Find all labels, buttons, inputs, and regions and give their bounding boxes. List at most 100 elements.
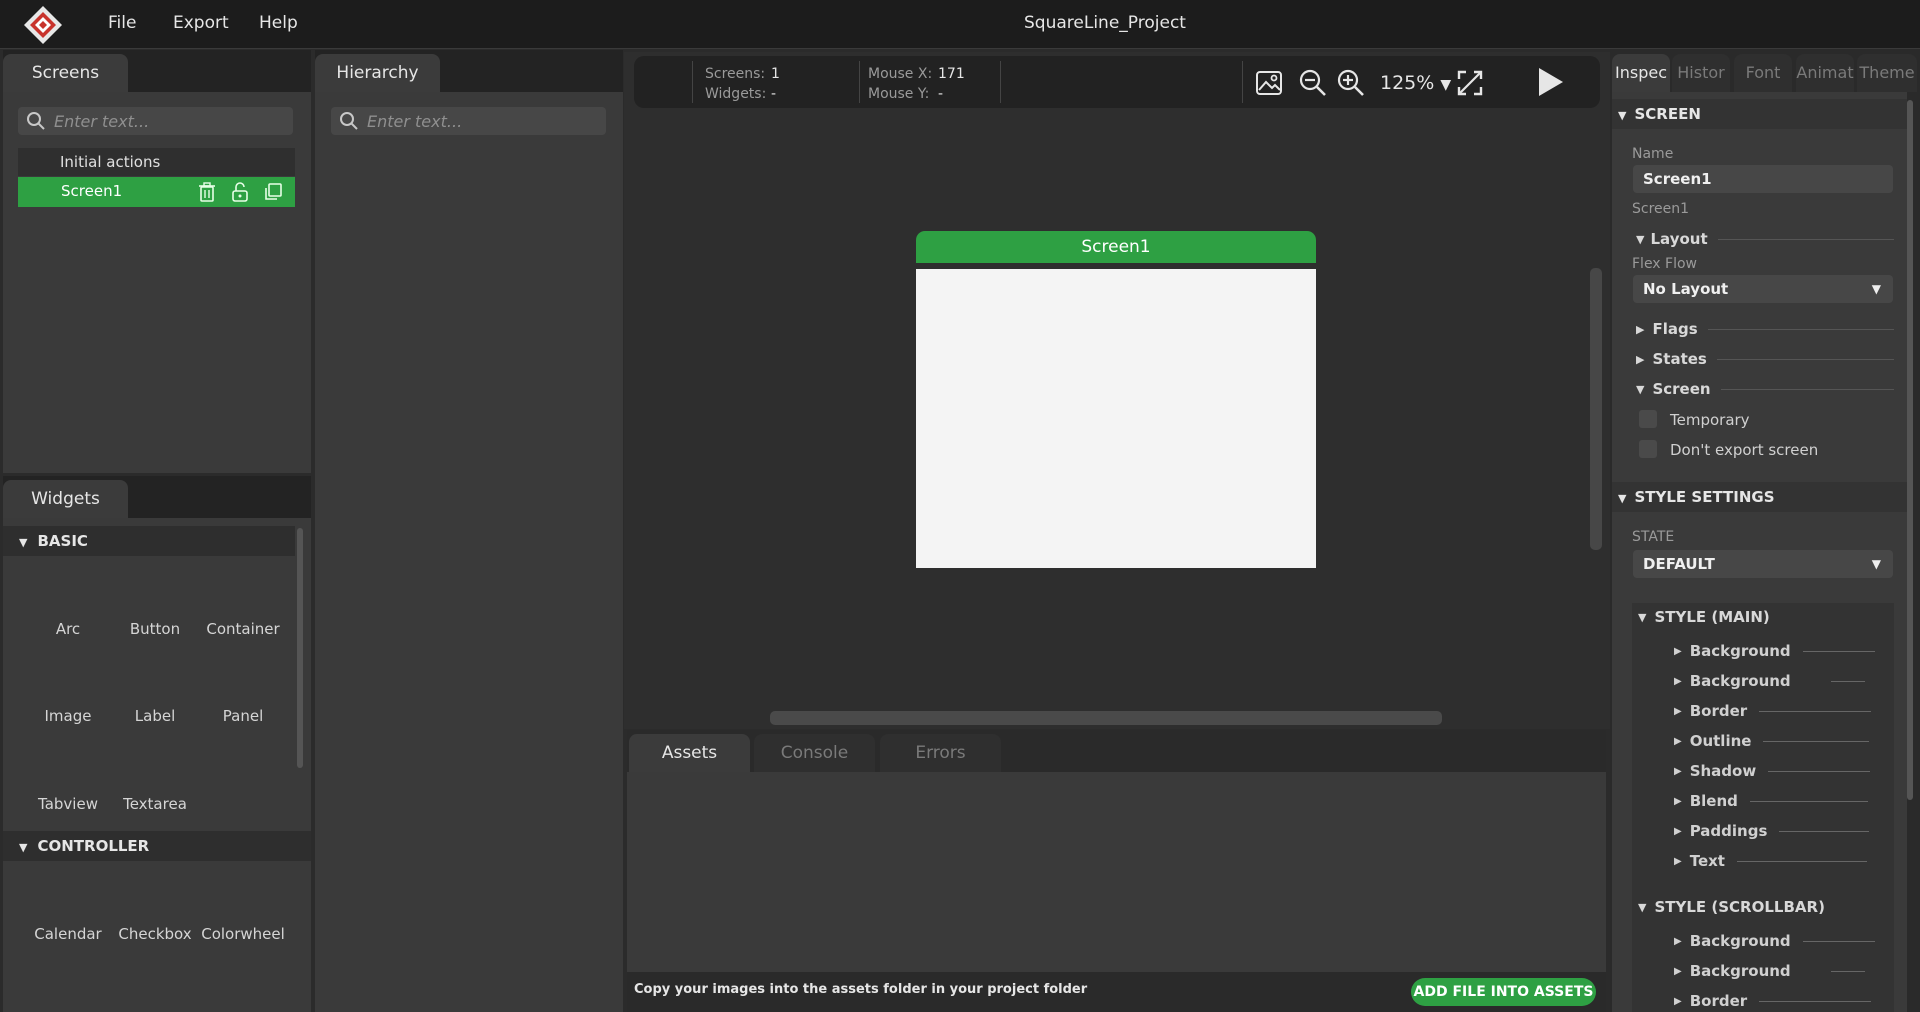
style-main-paddings[interactable]: ▶ Paddings (1674, 822, 1870, 840)
screen-list-item-screen1[interactable]: Screen1 (18, 177, 295, 207)
expand-triangle-icon: ▶ (1674, 855, 1682, 867)
screens-search-input[interactable] (52, 110, 276, 132)
duplicate-icon[interactable] (263, 182, 283, 206)
style-scrollbar-background-2[interactable]: ▶ Background (1674, 962, 1865, 980)
name-input[interactable]: Screen1 (1633, 165, 1893, 193)
expand-triangle-icon: ▶ (1674, 995, 1682, 1007)
widget-checkbox[interactable]: Checkbox (112, 925, 198, 943)
widget-arc[interactable]: Arc (25, 620, 111, 638)
expand-triangle-icon: ▶ (1674, 935, 1682, 947)
widget-button[interactable]: Button (112, 620, 198, 638)
style-row-label: Text (1689, 852, 1725, 870)
style-scrollbar-border[interactable]: ▶ Border (1674, 992, 1872, 1010)
controller-section-header[interactable]: ▼ CONTROLLER (3, 831, 311, 861)
name-label: Name (1632, 146, 1674, 162)
hierarchy-search-input[interactable] (365, 110, 589, 132)
tab-font[interactable]: Font (1734, 54, 1792, 92)
toolbar-divider (692, 61, 693, 103)
expand-triangle-icon: ▶ (1674, 705, 1682, 717)
widget-colorwheel[interactable]: Colorwheel (200, 925, 286, 943)
tab-inspector[interactable]: Inspec (1612, 54, 1670, 92)
state-dropdown[interactable]: DEFAULT ▼ (1633, 550, 1893, 578)
temporary-label: Temporary (1670, 411, 1750, 429)
expand-triangle-icon: ▶ (1674, 795, 1682, 807)
style-main-header[interactable]: ▼ STYLE (MAIN) (1638, 608, 1888, 626)
style-row-label: Shadow (1689, 762, 1757, 780)
add-file-into-assets-button[interactable]: ADD FILE INTO ASSETS (1411, 978, 1596, 1006)
expand-triangle-icon: ▶ (1674, 675, 1682, 687)
dont-export-checkbox[interactable] (1639, 440, 1657, 458)
expand-triangle-icon: ▶ (1674, 825, 1682, 837)
widgets-count-label: Widgets: (705, 86, 767, 102)
trash-icon[interactable] (198, 182, 216, 206)
style-row-label: Border (1689, 702, 1748, 720)
initial-actions-item[interactable]: Initial actions (18, 148, 295, 176)
collapse-triangle-icon: ▼ (1636, 232, 1645, 246)
canvas-vertical-scrollbar[interactable] (1590, 268, 1602, 550)
style-scrollbar-header[interactable]: ▼ STYLE (SCROLLBAR) (1638, 898, 1888, 916)
zoom-out-icon[interactable] (1299, 69, 1327, 101)
mouse-x-value: 171 (938, 66, 965, 82)
tab-widgets[interactable]: Widgets (3, 480, 128, 518)
widgets-count-value: - (771, 86, 777, 102)
tab-console[interactable]: Console (754, 734, 875, 772)
fit-screen-icon[interactable] (1456, 69, 1484, 101)
search-icon (340, 112, 358, 130)
states-subsection[interactable]: ▶ States (1636, 350, 1894, 368)
style-main-border[interactable]: ▶ Border (1674, 702, 1872, 720)
style-settings-header[interactable]: ▼ STYLE SETTINGS (1612, 482, 1907, 512)
style-main-outline[interactable]: ▶ Outline (1674, 732, 1870, 750)
inspector-scrollbar[interactable] (1907, 100, 1913, 800)
play-icon[interactable] (1536, 66, 1564, 102)
flags-subsection[interactable]: ▶ Flags (1636, 320, 1894, 338)
states-label: States (1652, 350, 1707, 368)
style-row-label: Outline (1689, 732, 1752, 750)
tab-assets[interactable]: Assets (629, 734, 750, 772)
style-main-shadow[interactable]: ▶ Shadow (1674, 762, 1871, 780)
widget-image[interactable]: Image (25, 707, 111, 725)
widgets-scrollbar[interactable] (297, 528, 303, 768)
screens-search[interactable] (18, 107, 293, 135)
style-main-label: STYLE (MAIN) (1654, 608, 1770, 626)
screen-title-bar[interactable]: Screen1 (916, 231, 1316, 263)
tab-hierarchy[interactable]: Hierarchy (315, 54, 440, 92)
background-image-icon[interactable] (1255, 70, 1283, 100)
tab-errors[interactable]: Errors (880, 734, 1001, 772)
unlock-icon[interactable] (231, 182, 249, 206)
style-main-text[interactable]: ▶ Text (1674, 852, 1867, 870)
flex-flow-dropdown[interactable]: No Layout ▼ (1633, 275, 1893, 303)
style-main-background-2[interactable]: ▶ Background (1674, 672, 1865, 690)
layout-subsection[interactable]: ▼ Layout (1636, 230, 1894, 248)
tab-theme[interactable]: Theme (1857, 54, 1917, 92)
widget-textarea[interactable]: Textarea (112, 795, 198, 813)
tab-screens[interactable]: Screens (3, 54, 128, 92)
screen-section-header[interactable]: ▼ SCREEN (1612, 99, 1907, 129)
window-title: SquareLine_Project (1024, 13, 1186, 33)
dont-export-label: Don't export screen (1670, 441, 1819, 459)
widget-panel[interactable]: Panel (200, 707, 286, 725)
hierarchy-search[interactable] (331, 107, 606, 135)
screen-subsection[interactable]: ▼ Screen (1636, 380, 1894, 398)
search-icon (27, 112, 45, 130)
temporary-checkbox[interactable] (1639, 410, 1657, 428)
style-main-blend[interactable]: ▶ Blend (1674, 792, 1868, 810)
widget-calendar[interactable]: Calendar (25, 925, 111, 943)
assets-list[interactable] (627, 772, 1606, 972)
style-row-label: Paddings (1689, 822, 1768, 840)
canvas-horizontal-scrollbar[interactable] (770, 711, 1442, 725)
flex-flow-value: No Layout (1643, 280, 1729, 298)
tab-animation[interactable]: Animat (1796, 54, 1854, 92)
tab-history[interactable]: Histor (1672, 54, 1730, 92)
widget-label[interactable]: Label (112, 707, 198, 725)
style-scrollbar-background-1[interactable]: ▶ Background (1674, 932, 1875, 950)
screen-preview[interactable] (916, 269, 1316, 568)
zoom-dropdown[interactable]: 125% ▼ (1380, 72, 1451, 94)
zoom-in-icon[interactable] (1337, 69, 1365, 101)
toolbar-divider (1000, 61, 1001, 103)
style-row-label: Blend (1689, 792, 1738, 810)
chevron-down-icon: ▼ (1871, 282, 1881, 296)
widget-tabview[interactable]: Tabview (25, 795, 111, 813)
style-main-background-1[interactable]: ▶ Background (1674, 642, 1875, 660)
basic-section-header[interactable]: ▼ BASIC (3, 526, 295, 556)
widget-container[interactable]: Container (200, 620, 286, 638)
